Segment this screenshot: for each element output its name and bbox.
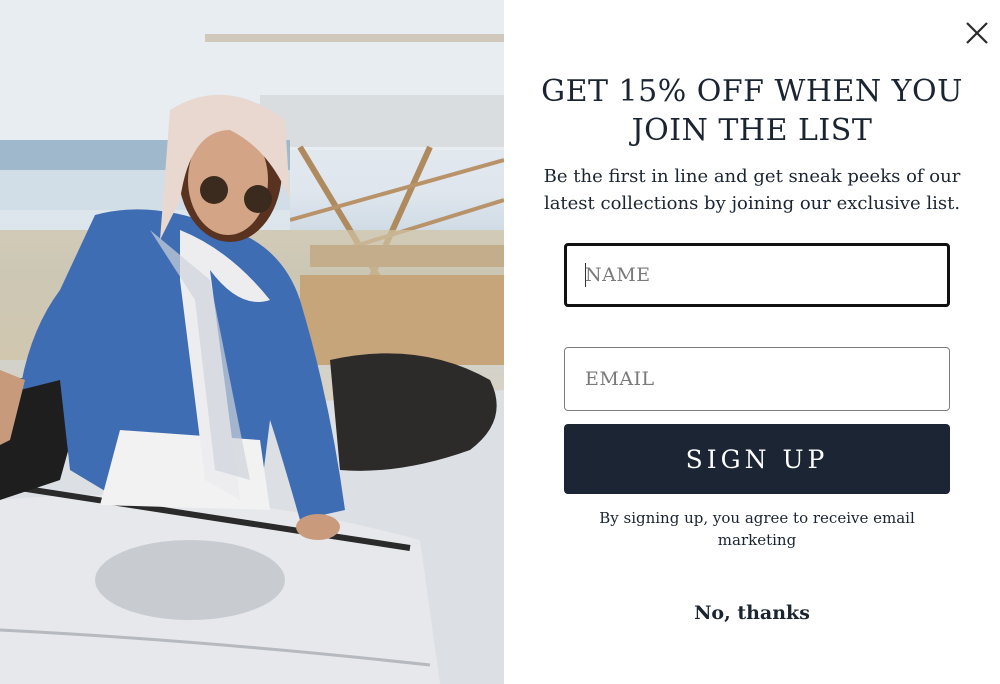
promo-photo <box>0 0 504 684</box>
signup-popup: GET 15% OFF WHEN YOU JOIN THE LIST Be th… <box>0 0 1000 684</box>
close-button[interactable] <box>962 18 992 48</box>
consent-disclaimer: By signing up, you agree to receive emai… <box>594 507 920 551</box>
popup-headline: GET 15% OFF WHEN YOU JOIN THE LIST <box>504 72 1000 150</box>
name-input[interactable] <box>564 243 950 307</box>
no-thanks-link[interactable]: No, thanks <box>504 602 1000 624</box>
subtext-line-2: latest collections by joining our exclus… <box>543 193 961 214</box>
headline-line-1: GET 15% OFF WHEN YOU <box>541 74 963 109</box>
disclaimer-line-1: By signing up, you agree to receive emai… <box>599 509 915 527</box>
photo-illustration <box>0 0 504 684</box>
subtext-line-1: Be the first in line and get sneak peeks… <box>543 166 961 187</box>
disclaimer-line-2: marketing <box>717 531 797 549</box>
sign-up-button[interactable]: SIGN UP <box>564 424 950 494</box>
headline-line-2: JOIN THE LIST <box>631 113 873 148</box>
popup-subtext: Be the first in line and get sneak peeks… <box>504 163 1000 217</box>
email-input[interactable] <box>564 347 950 411</box>
signup-panel: GET 15% OFF WHEN YOU JOIN THE LIST Be th… <box>504 0 1000 684</box>
text-cursor <box>585 263 586 287</box>
close-icon <box>966 22 988 44</box>
